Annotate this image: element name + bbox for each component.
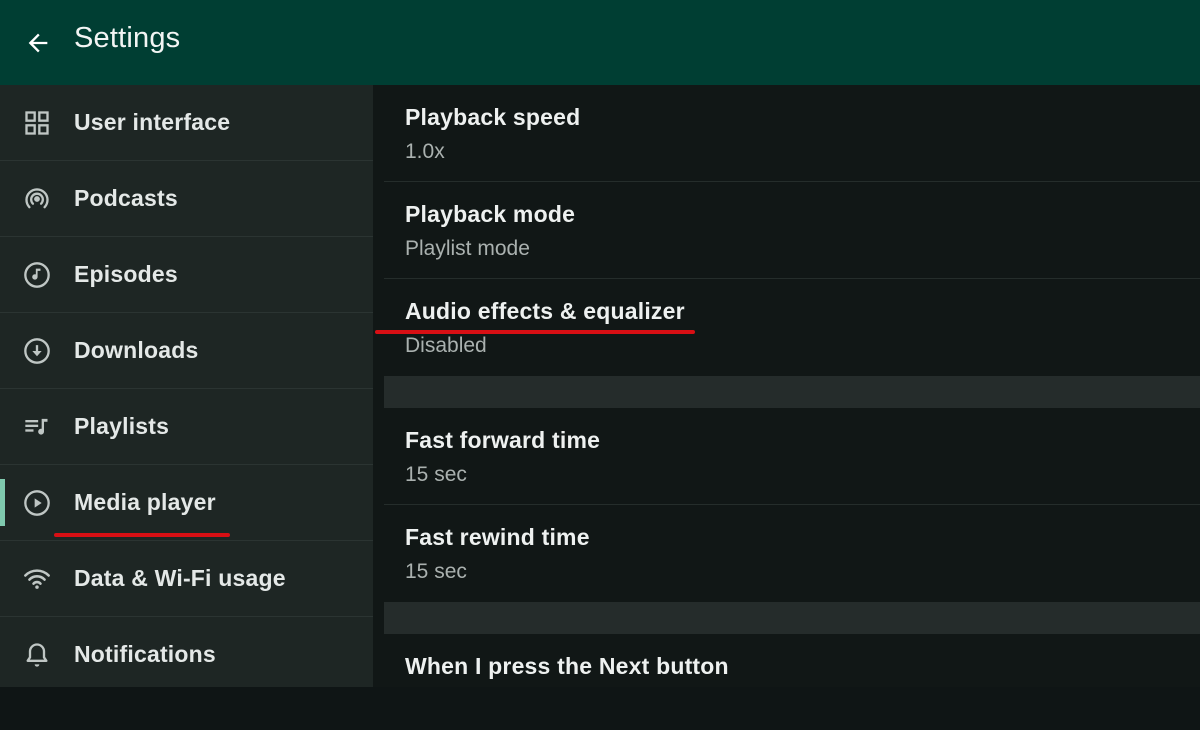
pref-title: Fast rewind time — [405, 524, 590, 550]
sidebar-item-notifications[interactable]: Notifications — [0, 617, 373, 692]
play-circle-icon — [24, 490, 50, 516]
sidebar-item-label: Media player — [74, 489, 216, 515]
page-title: Settings — [74, 22, 181, 54]
sidebar-item-playlists[interactable]: Playlists — [0, 389, 373, 465]
pref-summary: Playlist mode — [405, 237, 530, 260]
pref-summary: 1.0x — [405, 140, 445, 163]
pref-fast-forward-time[interactable]: Fast forward time 15 sec — [384, 408, 1200, 505]
pref-title: Audio effects & equalizer — [405, 298, 685, 324]
section-divider — [384, 376, 1200, 408]
sidebar-item-label: Notifications — [74, 641, 216, 667]
back-button[interactable] — [22, 27, 54, 59]
sidebar-item-label: Data & Wi-Fi usage — [74, 565, 286, 591]
sidebar-item-media-player[interactable]: Media player — [0, 465, 373, 541]
pref-title: When I press the Next button — [405, 653, 729, 679]
sidebar-item-label: User interface — [74, 109, 231, 135]
pref-playback-speed[interactable]: Playback speed 1.0x — [384, 85, 1200, 182]
sidebar-item-episodes[interactable]: Episodes — [0, 237, 373, 313]
wifi-icon — [24, 569, 50, 589]
pref-audio-effects-equalizer[interactable]: Audio effects & equalizer Disabled — [384, 279, 1200, 375]
section-divider — [384, 602, 1200, 634]
arrow-left-icon — [28, 33, 48, 53]
pref-summary: Disabled — [405, 334, 487, 357]
sidebar-item-label: Podcasts — [74, 185, 178, 211]
selection-indicator — [0, 479, 5, 526]
pref-summary: 15 sec — [405, 560, 467, 583]
sidebar-item-downloads[interactable]: Downloads — [0, 313, 373, 389]
app-bar: Settings — [0, 0, 1200, 85]
sidebar-item-label: Episodes — [74, 261, 178, 287]
annotation-underline — [375, 330, 695, 334]
pref-summary: 15 sec — [405, 463, 467, 486]
pref-title: Playback mode — [405, 201, 576, 227]
sidebar-item-user-interface[interactable]: User interface — [0, 85, 373, 161]
pref-next-button-behavior[interactable]: When I press the Next button — [384, 634, 1200, 730]
sidebar-item-label: Playlists — [74, 413, 170, 439]
annotation-underline — [54, 533, 230, 537]
pref-fast-rewind-time[interactable]: Fast rewind time 15 sec — [384, 505, 1200, 601]
sidebar-item-label: Downloads — [74, 337, 199, 363]
pref-title: Playback speed — [405, 104, 581, 130]
media-player-settings: Playback speed 1.0x Playback mode Playli… — [373, 85, 1200, 687]
pref-title: Fast forward time — [405, 427, 601, 453]
pref-playback-mode[interactable]: Playback mode Playlist mode — [384, 182, 1200, 279]
settings-sidebar: User interface Podcasts Episodes Downloa… — [0, 85, 373, 687]
podcast-icon — [25, 188, 49, 209]
playlist-icon — [25, 418, 48, 435]
sidebar-item-podcasts[interactable]: Podcasts — [0, 161, 373, 237]
bell-icon — [26, 643, 48, 667]
grid-icon — [25, 111, 49, 135]
sidebar-item-data-wifi-usage[interactable]: Data & Wi-Fi usage — [0, 541, 373, 617]
music-note-icon — [24, 262, 50, 288]
download-icon — [24, 338, 50, 364]
